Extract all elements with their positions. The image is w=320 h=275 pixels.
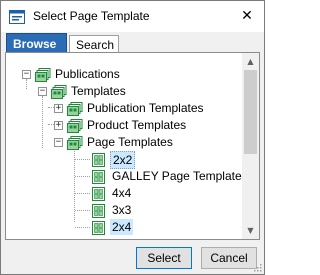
- collapse-icon[interactable]: −: [38, 87, 47, 96]
- tab-search[interactable]: Search: [69, 35, 119, 53]
- collapse-icon[interactable]: −: [54, 138, 63, 147]
- folder-template-icon: [51, 85, 67, 99]
- tree-node-product-templates[interactable]: + Product Templates: [6, 117, 243, 134]
- arrow-down-icon: ▼: [247, 226, 254, 235]
- scroll-down-button[interactable]: ▼: [242, 222, 259, 239]
- close-icon: ✕: [241, 8, 253, 24]
- tree-item-page-template[interactable]: 3x3: [6, 202, 243, 219]
- folder-template-icon: [35, 68, 51, 82]
- tree-item-page-template[interactable]: 2x4: [6, 219, 243, 236]
- select-page-template-dialog: Select Page Template ✕ Browse Search − P…: [0, 0, 265, 275]
- tree-node-label: Product Templates: [87, 118, 187, 132]
- expand-icon[interactable]: +: [54, 104, 63, 113]
- dialog-app-icon: [9, 10, 25, 24]
- tab-browse-label: Browse: [13, 36, 57, 51]
- tree-item-page-template[interactable]: 4x4: [6, 185, 243, 202]
- page-template-icon: [92, 204, 105, 218]
- tree-node-page-templates[interactable]: − Page Templates: [6, 134, 243, 151]
- page-template-icon: [92, 170, 105, 184]
- browse-panel: − Publications − Templates + Publication…: [5, 52, 260, 240]
- page-template-icon: [92, 153, 105, 167]
- scroll-thumb[interactable]: [244, 70, 257, 154]
- tree-node-publications[interactable]: − Publications: [6, 66, 243, 83]
- vertical-scrollbar[interactable]: ▲ ▼: [242, 53, 259, 239]
- select-button[interactable]: Select: [136, 247, 192, 269]
- tree-node-label: Templates: [71, 84, 126, 98]
- tree-node-label: Publication Templates: [87, 101, 204, 115]
- arrow-up-icon: ▲: [247, 57, 254, 66]
- tree-node-publication-templates[interactable]: + Publication Templates: [6, 100, 243, 117]
- tree-item-label: 2x2: [110, 151, 136, 169]
- tree-item-page-template[interactable]: GALLEY Page Template: [6, 168, 243, 185]
- tree-node-label: Publications: [55, 67, 120, 81]
- tab-bar: Browse Search: [5, 33, 260, 53]
- cancel-button-label: Cancel: [210, 251, 248, 265]
- tree-item-label: 2x4: [110, 219, 134, 235]
- title-bar: Select Page Template ✕: [1, 1, 264, 32]
- template-tree[interactable]: − Publications − Templates + Publication…: [6, 53, 243, 239]
- tree-node-templates[interactable]: − Templates: [6, 83, 243, 100]
- scroll-up-button[interactable]: ▲: [242, 53, 259, 70]
- select-button-label: Select: [147, 251, 181, 265]
- expand-icon[interactable]: +: [54, 121, 63, 130]
- cancel-button[interactable]: Cancel: [201, 247, 257, 269]
- page-template-icon: [92, 221, 105, 235]
- tab-browse[interactable]: Browse: [6, 33, 67, 53]
- collapse-icon[interactable]: −: [22, 70, 31, 79]
- tree-item-label: 3x3: [112, 203, 132, 217]
- dialog-title: Select Page Template: [33, 9, 150, 23]
- folder-template-icon: [67, 102, 83, 116]
- page-template-icon: [92, 187, 105, 201]
- tree-node-label: Page Templates: [87, 135, 173, 149]
- tree-item-label: GALLEY Page Template: [112, 169, 242, 183]
- folder-template-icon: [67, 136, 83, 150]
- close-button[interactable]: ✕: [230, 1, 264, 31]
- folder-template-icon: [67, 119, 83, 133]
- resize-grip-icon[interactable]: [252, 262, 262, 272]
- tree-item-label: 4x4: [112, 186, 132, 200]
- tab-search-label: Search: [76, 37, 115, 52]
- tree-item-page-template[interactable]: 2x2: [6, 151, 243, 169]
